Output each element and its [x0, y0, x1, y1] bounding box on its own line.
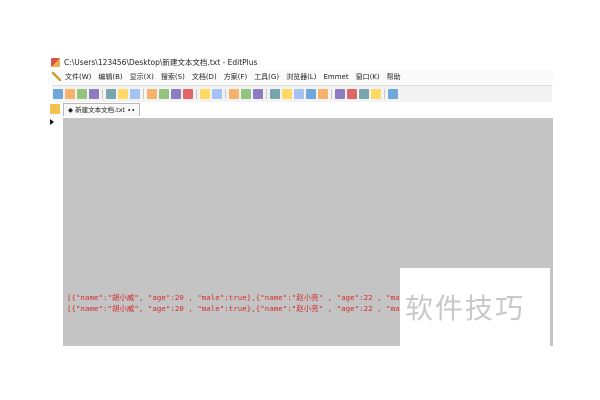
menu-edit[interactable]: 编辑(B): [98, 73, 122, 81]
cut-icon[interactable]: [147, 89, 157, 99]
word-wrap-icon[interactable]: [294, 89, 304, 99]
editor-line: [{"name":"胡小威", "age":20 , "male":true},…: [67, 293, 450, 302]
go-to-icon[interactable]: [253, 89, 263, 99]
window-title: C:\Users\123456\Desktop\新建文本文档.txt - Edi…: [64, 58, 258, 67]
paste-icon[interactable]: [171, 89, 181, 99]
window-icon[interactable]: [335, 89, 345, 99]
tile-icon[interactable]: [359, 89, 369, 99]
toolbar: [52, 85, 552, 103]
copy-icon[interactable]: [159, 89, 169, 99]
cascade-icon[interactable]: [347, 89, 357, 99]
menu-tools[interactable]: 工具(G): [254, 73, 279, 81]
folder-icon[interactable]: [50, 104, 60, 114]
font-icon[interactable]: [270, 89, 280, 99]
undo-icon[interactable]: [200, 89, 210, 99]
open-folder-icon[interactable]: [65, 89, 75, 99]
editplus-app-icon: [51, 58, 60, 67]
help-icon[interactable]: [388, 89, 398, 99]
tab-bar: ◆ 新建文本文档.txt ∙∙: [48, 102, 553, 117]
watermark-text: 软件技巧: [405, 292, 526, 325]
print-icon[interactable]: [106, 89, 116, 99]
heading-icon[interactable]: [282, 89, 292, 99]
menu-browser[interactable]: 浏览器(L): [286, 73, 316, 81]
pen-icon: [52, 72, 61, 81]
toolbar-separator: [266, 89, 267, 99]
toolbar-separator: [331, 89, 332, 99]
find-icon[interactable]: [229, 89, 239, 99]
print-preview-icon[interactable]: [118, 89, 128, 99]
ruler-icon[interactable]: [306, 89, 316, 99]
menu-view[interactable]: 显示(X): [130, 73, 154, 81]
menu-project[interactable]: 方案(F): [224, 73, 248, 81]
save-icon[interactable]: [77, 89, 87, 99]
line-number-icon[interactable]: [318, 89, 328, 99]
spell-check-icon[interactable]: [130, 89, 140, 99]
editor-line: [{"name":"胡小威", "age":20 , "male":true},…: [67, 304, 450, 313]
full-screen-icon[interactable]: [371, 89, 381, 99]
line-gutter: [48, 118, 63, 346]
menu-file[interactable]: 文件(W): [65, 73, 91, 81]
toolbar-separator: [384, 89, 385, 99]
tab-label: 新建文本文档.txt: [75, 106, 126, 114]
redo-icon[interactable]: [212, 89, 222, 99]
menu-search[interactable]: 搜索(S): [161, 73, 185, 81]
toolbar-separator: [102, 89, 103, 99]
replace-icon[interactable]: [241, 89, 251, 99]
cursor-line-marker-icon: [50, 119, 54, 125]
tab-new-text-document[interactable]: ◆ 新建文本文档.txt ∙∙: [63, 103, 141, 116]
delete-icon[interactable]: [183, 89, 193, 99]
menu-window[interactable]: 窗口(K): [356, 73, 380, 81]
new-file-icon[interactable]: [53, 89, 63, 99]
menu-document[interactable]: 文档(D): [192, 73, 217, 81]
toolbar-separator: [225, 89, 226, 99]
menu-emmet[interactable]: Emmet: [323, 73, 348, 81]
title-bar: C:\Users\123456\Desktop\新建文本文档.txt - Edi…: [48, 56, 553, 70]
toolbar-separator: [196, 89, 197, 99]
menu-bar: 文件(W) 编辑(B) 显示(X) 搜索(S) 文档(D) 方案(F) 工具(G) 浏览器(L…: [48, 70, 553, 84]
save-all-icon[interactable]: [89, 89, 99, 99]
menu-help[interactable]: 帮助: [387, 73, 401, 81]
toolbar-separator: [143, 89, 144, 99]
